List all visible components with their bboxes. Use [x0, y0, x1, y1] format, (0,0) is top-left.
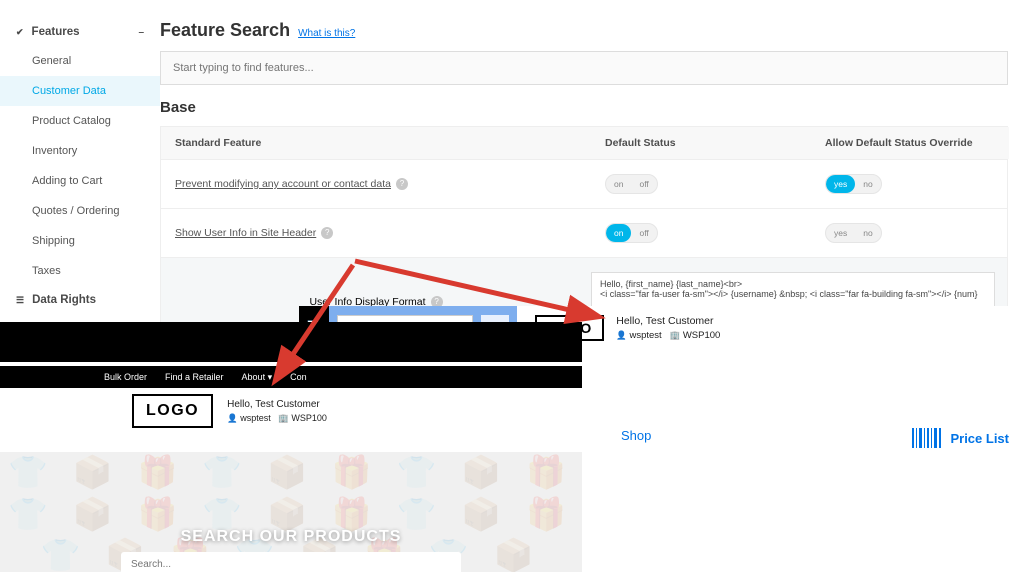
feature-search-input[interactable] — [160, 51, 1008, 85]
account-number: WSP100 — [291, 413, 327, 423]
help-icon[interactable]: ? — [396, 178, 408, 190]
sidebar-item-quotes-ordering[interactable]: Quotes / Ordering — [0, 196, 160, 226]
override-toggle[interactable]: yes no — [825, 223, 882, 243]
col-header-override: Allow Default Status Override — [811, 127, 1009, 159]
greeting-text: Hello, Test Customer — [227, 398, 327, 412]
hero-search: 👕 📦 🎁 👕 📦 🎁 👕 📦 🎁 👕 📦 🎁 👕 📦 🎁 👕 📦 🎁 👕 📦 … — [0, 452, 582, 572]
building-icon — [670, 330, 681, 341]
page-title: Feature Search — [160, 20, 290, 41]
toggle-no: no — [855, 224, 880, 242]
building-icon — [278, 413, 289, 423]
table-header-row: Standard Feature Default Status Allow De… — [161, 127, 1007, 160]
table-row: Show User Info in Site Header ? on off y… — [161, 209, 1007, 258]
help-icon[interactable]: ? — [321, 227, 333, 239]
sidebar-item-shipping[interactable]: Shipping — [0, 226, 160, 256]
feature-link-prevent-modifying[interactable]: Prevent modifying any account or contact… — [175, 178, 391, 190]
user-icon — [616, 330, 627, 341]
nav-link-bulk-order[interactable]: Bulk Order — [104, 372, 147, 382]
check-icon: ✔ — [16, 27, 24, 38]
barcode-icon — [912, 428, 942, 448]
toggle-on: on — [606, 224, 631, 242]
greeting-text: Hello, Test Customer — [616, 314, 720, 329]
logo: LOGO — [132, 394, 213, 428]
price-list-link[interactable]: Price List — [950, 431, 1009, 446]
shop-link[interactable]: Shop — [621, 428, 651, 443]
toggle-off: off — [631, 224, 656, 242]
sidebar-item-taxes[interactable]: Taxes — [0, 256, 160, 286]
database-icon: ☰ — [16, 295, 24, 306]
nav-link-contact[interactable]: Con — [290, 372, 307, 382]
toggle-on: on — [606, 175, 631, 193]
sidebar-item-general[interactable]: General — [0, 46, 160, 76]
sidebar: ✔ Features – General Customer Data Produ… — [0, 0, 160, 348]
collapse-icon: – — [138, 27, 144, 38]
override-toggle[interactable]: yes no — [825, 174, 882, 194]
section-title-base: Base — [160, 99, 1024, 116]
user-icon — [227, 413, 238, 423]
username: wsptest — [629, 330, 661, 341]
user-greeting: Hello, Test Customer wsptest WSP100 — [227, 398, 327, 425]
sidebar-item-customer-data[interactable]: Customer Data — [0, 76, 160, 106]
sidebar-heading-features[interactable]: ✔ Features – — [0, 18, 160, 46]
what-is-this-link[interactable]: What is this? — [298, 28, 355, 39]
username: wsptest — [240, 413, 271, 423]
toggle-no: no — [855, 175, 880, 193]
feature-link-show-user-info[interactable]: Show User Info in Site Header — [175, 227, 316, 239]
toggle-off: off — [631, 175, 656, 193]
product-search-input[interactable] — [121, 552, 461, 572]
admin-panel: ✔ Features – General Customer Data Produ… — [0, 0, 1024, 348]
sidebar-heading-label: Features — [32, 26, 80, 38]
sidebar-item-product-catalog[interactable]: Product Catalog — [0, 106, 160, 136]
table-row: Prevent modifying any account or contact… — [161, 160, 1007, 209]
chevron-down-icon: ▾ — [268, 372, 273, 382]
toggle-yes: yes — [826, 175, 855, 193]
status-toggle[interactable]: on off — [605, 174, 658, 194]
col-header-status: Default Status — [591, 127, 811, 159]
sidebar-item-inventory[interactable]: Inventory — [0, 136, 160, 166]
sidebar-heading-data-rights[interactable]: ☰ Data Rights — [0, 286, 160, 314]
sidebar-heading-label: Data Rights — [32, 294, 96, 306]
nav-link-find-retailer[interactable]: Find a Retailer — [165, 372, 224, 382]
col-header-feature: Standard Feature — [161, 127, 591, 159]
account-number: WSP100 — [683, 330, 721, 341]
main-content: Feature Search What is this? Base Standa… — [160, 0, 1024, 348]
sidebar-item-adding-to-cart[interactable]: Adding to Cart — [0, 166, 160, 196]
top-nav: Bulk Order Find a Retailer About ▾ Con — [0, 366, 582, 388]
toggle-yes: yes — [826, 224, 855, 242]
hero-heading: SEARCH OUR PRODUCTS — [0, 528, 582, 546]
user-greeting: Hello, Test Customer wsptest WSP100 — [616, 314, 720, 342]
nav-link-about[interactable]: About ▾ — [242, 372, 273, 383]
status-toggle[interactable]: on off — [605, 223, 658, 243]
